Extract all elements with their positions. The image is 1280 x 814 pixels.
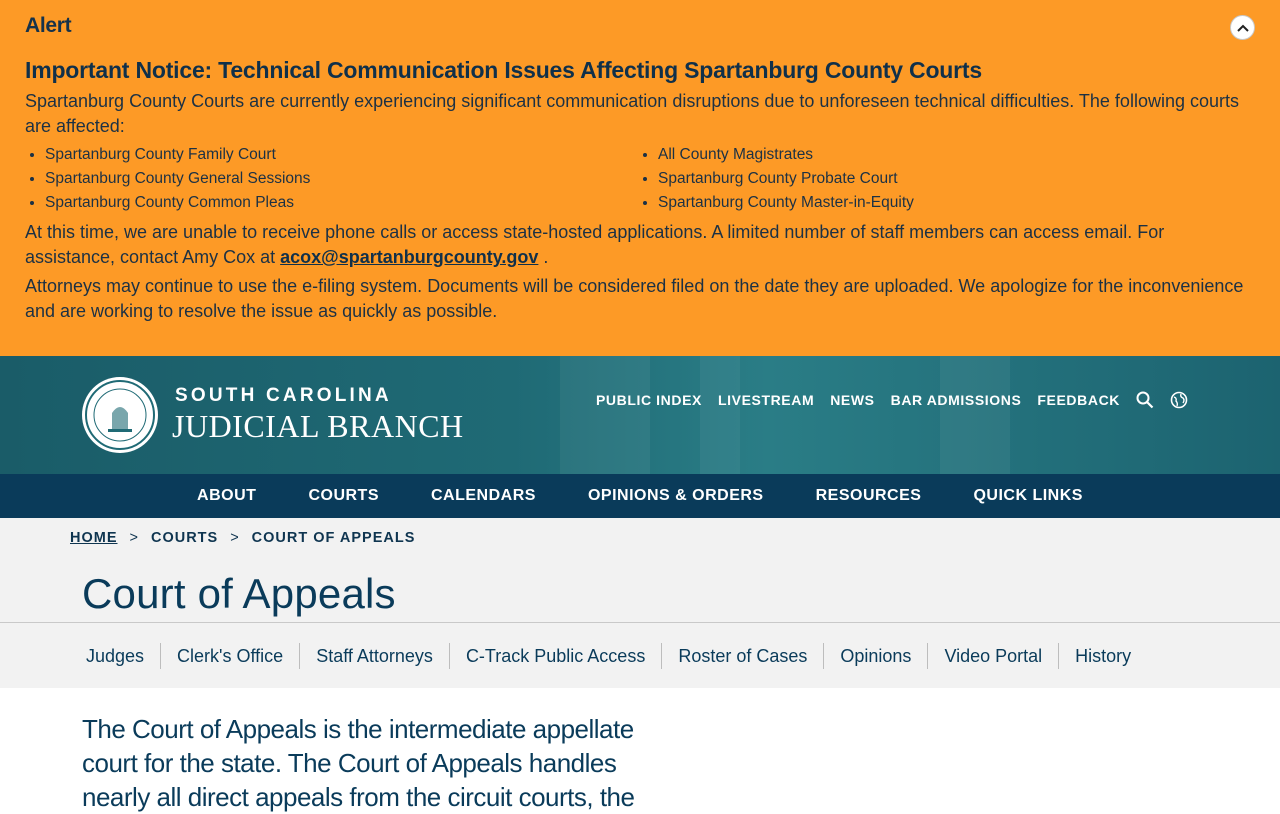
utility-link-livestream[interactable]: LIVESTREAM bbox=[718, 392, 814, 408]
nav-courts[interactable]: COURTS bbox=[308, 487, 379, 505]
globe-icon bbox=[1170, 391, 1188, 409]
main-nav: ABOUT COURTS CALENDARS OPINIONS & ORDERS… bbox=[0, 474, 1280, 518]
affected-courts-right: All County Magistrates Spartanburg Count… bbox=[638, 143, 1251, 215]
header-decoration bbox=[560, 356, 650, 474]
alert-intro: Spartanburg County Courts are currently … bbox=[25, 91, 1239, 136]
section-link-staff-attorneys[interactable]: Staff Attorneys bbox=[299, 643, 449, 669]
site-header: SOUTH CAROLINA JUDICIAL BRANCH PUBLIC IN… bbox=[0, 356, 1280, 474]
section-link-roster[interactable]: Roster of Cases bbox=[661, 643, 823, 669]
page-heading-area: HOME > COURTS > COURT OF APPEALS Court o… bbox=[0, 518, 1280, 622]
nav-opinions-orders[interactable]: OPINIONS & ORDERS bbox=[588, 487, 764, 505]
alert-closing: Attorneys may continue to use the e-fili… bbox=[25, 276, 1244, 321]
chevron-up-icon bbox=[1236, 24, 1249, 32]
breadcrumb-current: COURT OF APPEALS bbox=[251, 530, 416, 546]
breadcrumb-courts[interactable]: COURTS bbox=[151, 530, 218, 546]
alert-collapse-button[interactable] bbox=[1230, 15, 1255, 40]
list-item: All County Magistrates bbox=[658, 143, 1251, 167]
state-seal-logo[interactable] bbox=[82, 377, 158, 453]
section-link-opinions[interactable]: Opinions bbox=[823, 643, 927, 669]
seal-icon bbox=[85, 380, 155, 450]
list-item: Spartanburg County Master-in-Equity bbox=[658, 191, 1251, 215]
nav-calendars[interactable]: CALENDARS bbox=[431, 487, 536, 505]
section-link-ctrack[interactable]: C-Track Public Access bbox=[448, 643, 661, 669]
nav-resources[interactable]: RESOURCES bbox=[816, 487, 922, 505]
nav-about[interactable]: ABOUT bbox=[197, 487, 256, 505]
utility-link-feedback[interactable]: FEEDBACK bbox=[1037, 392, 1120, 408]
contact-email-link[interactable]: acox@spartanburgcounty.gov bbox=[280, 247, 538, 267]
utility-link-news[interactable]: NEWS bbox=[830, 392, 874, 408]
breadcrumb-separator: > bbox=[230, 530, 240, 546]
breadcrumb-separator: > bbox=[129, 530, 139, 546]
brand-line-2: JUDICIAL BRANCH bbox=[172, 408, 464, 444]
header-decoration bbox=[700, 356, 740, 474]
affected-courts: Spartanburg County Family Court Spartanb… bbox=[25, 143, 1255, 215]
brand-line-1: SOUTH CAROLINA bbox=[175, 385, 392, 406]
section-link-history[interactable]: History bbox=[1058, 643, 1147, 669]
alert-contact-text: At this time, we are unable to receive p… bbox=[25, 222, 1165, 267]
alert-contact-end: . bbox=[538, 247, 549, 267]
utility-nav: PUBLIC INDEX LIVESTREAM NEWS BAR ADMISSI… bbox=[580, 391, 1188, 409]
list-item: Spartanburg County Family Court bbox=[45, 143, 638, 167]
list-item: Spartanburg County Probate Court bbox=[658, 167, 1251, 191]
list-item: Spartanburg County Common Pleas bbox=[45, 191, 638, 215]
section-link-clerks-office[interactable]: Clerk's Office bbox=[160, 643, 299, 669]
language-button[interactable] bbox=[1170, 391, 1188, 409]
header-decoration bbox=[940, 356, 1010, 474]
utility-link-public-index[interactable]: PUBLIC INDEX bbox=[596, 392, 702, 408]
breadcrumb: HOME > COURTS > COURT OF APPEALS bbox=[70, 530, 415, 546]
page-title: Court of Appeals bbox=[82, 570, 396, 617]
affected-courts-left: Spartanburg County Family Court Spartanb… bbox=[25, 143, 638, 215]
section-link-judges[interactable]: Judges bbox=[70, 643, 160, 669]
alert-banner: Alert Important Notice: Technical Commun… bbox=[0, 0, 1280, 356]
alert-title: Important Notice: Technical Communicatio… bbox=[25, 57, 982, 83]
search-icon bbox=[1136, 391, 1154, 409]
section-nav: Judges Clerk's Office Staff Attorneys C-… bbox=[0, 622, 1280, 688]
intro-paragraph: The Court of Appeals is the intermediate… bbox=[82, 714, 635, 812]
section-link-video-portal[interactable]: Video Portal bbox=[927, 643, 1058, 669]
list-item: Spartanburg County General Sessions bbox=[45, 167, 638, 191]
nav-quick-links[interactable]: QUICK LINKS bbox=[973, 487, 1083, 505]
alert-contact: At this time, we are unable to receive p… bbox=[25, 220, 1255, 270]
alert-heading: Alert bbox=[25, 14, 72, 37]
utility-link-bar-admissions[interactable]: BAR ADMISSIONS bbox=[891, 392, 1022, 408]
search-button[interactable] bbox=[1136, 391, 1154, 409]
breadcrumb-home[interactable]: HOME bbox=[70, 530, 118, 546]
